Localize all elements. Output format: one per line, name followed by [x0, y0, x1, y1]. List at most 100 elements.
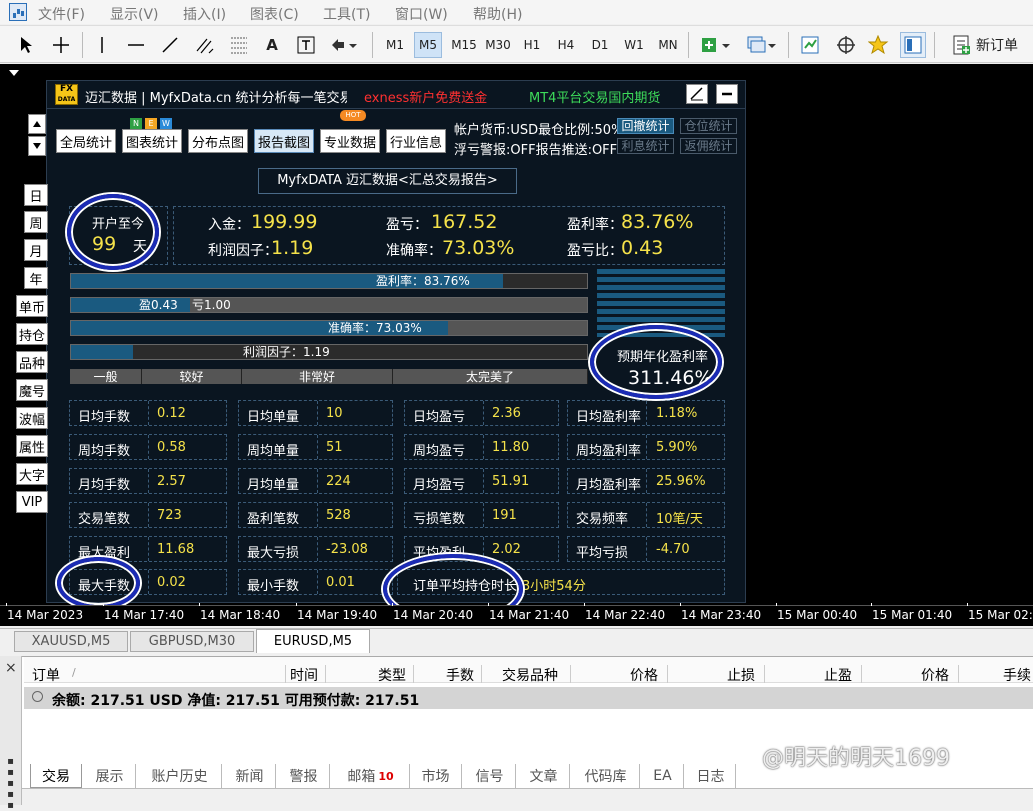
terminal-tab[interactable]: 交易 — [30, 764, 82, 788]
menu-insert[interactable]: 插入(I) — [183, 4, 226, 24]
interest-stats-button[interactable]: 利息统计 — [617, 138, 674, 154]
new-chart-icon[interactable] — [697, 32, 735, 58]
menu-window[interactable]: 窗口(W) — [395, 4, 448, 24]
tab-industry-info[interactable]: 行业信息 — [386, 129, 446, 153]
terminal-tab[interactable]: 展示 — [84, 764, 136, 788]
menu-tools[interactable]: 工具(T) — [323, 4, 370, 24]
profit-rate-value: 83.76% — [621, 211, 694, 233]
menu-attributes[interactable]: 属性 — [16, 435, 48, 457]
col-price[interactable]: 价格 — [630, 665, 658, 685]
menu-positions[interactable]: 持仓 — [16, 323, 48, 345]
terminal-tab[interactable]: 邮箱 10 — [332, 764, 410, 788]
fxdata-logo: FX DATA — [55, 84, 78, 105]
profiles-icon[interactable] — [743, 32, 781, 58]
favorites-star-icon[interactable] — [866, 32, 892, 58]
col-tp[interactable]: 止盈 — [824, 665, 852, 685]
navigator-icon[interactable] — [833, 32, 859, 58]
text-label-icon[interactable] — [294, 32, 318, 58]
balance-row[interactable]: 余额: 217.51 USD 净值: 217.51 可用预付款: 217.51 — [24, 687, 1033, 709]
tab-report-screenshot[interactable]: 报告截图 — [254, 129, 314, 153]
col-commission[interactable]: 手续 — [1003, 665, 1031, 685]
symbol-tab-eurusd[interactable]: EURUSD,M5 — [256, 629, 370, 653]
col-lots[interactable]: 手数 — [446, 665, 474, 685]
col-sl[interactable]: 止损 — [727, 665, 755, 685]
col-time[interactable]: 时间 — [290, 665, 318, 685]
arrows-icon[interactable] — [326, 32, 360, 58]
tf-h1[interactable]: H1 — [518, 32, 546, 58]
vertical-line-icon[interactable] — [90, 32, 114, 58]
stat-label: 盈利笔数 — [247, 512, 300, 527]
horizontal-line-icon[interactable] — [124, 32, 148, 58]
resize-icon[interactable] — [686, 84, 708, 104]
menu-help[interactable]: 帮助(H) — [473, 4, 522, 24]
terminal-tab[interactable]: 警报 — [278, 764, 330, 788]
symbol-tab-gbpusd[interactable]: GBPUSD,M30 — [130, 631, 254, 652]
terminal-tab[interactable]: 市场 — [410, 764, 462, 788]
col-type[interactable]: 类型 — [378, 665, 406, 685]
col-price2[interactable]: 价格 — [921, 665, 949, 685]
scroll-up-icon[interactable] — [28, 114, 46, 134]
period-day[interactable]: 日 — [24, 184, 48, 206]
col-symbol[interactable]: 交易品种 — [502, 665, 558, 685]
tab-overall-stats[interactable]: 全局统计 — [56, 129, 116, 153]
cursor-icon[interactable] — [14, 32, 38, 58]
terminal-toggle-icon[interactable] — [900, 32, 926, 58]
tf-w1[interactable]: W1 — [620, 32, 648, 58]
tab-distribution[interactable]: 分布点图 — [188, 129, 248, 153]
tf-d1[interactable]: D1 — [586, 32, 614, 58]
terminal-tab[interactable]: 信号 — [464, 764, 516, 788]
terminal-tab[interactable]: 代码库 — [572, 764, 640, 788]
text-tool-icon[interactable]: A — [260, 32, 284, 58]
chart-menu-arrow-icon[interactable] — [9, 70, 19, 76]
tf-m5[interactable]: M5 — [414, 32, 442, 58]
app-chart-icon[interactable] — [9, 3, 27, 21]
symbol-tabs: XAUUSD,M5 GBPUSD,M30 EURUSD,M5 — [0, 628, 1033, 653]
tf-mn[interactable]: MN — [654, 32, 682, 58]
market-watch-icon[interactable] — [797, 32, 823, 58]
tf-m1[interactable]: M1 — [381, 32, 409, 58]
period-year[interactable]: 年 — [24, 267, 48, 289]
position-stats-button[interactable]: 仓位统计 — [680, 118, 737, 134]
menu-file[interactable]: 文件(F) — [38, 4, 85, 24]
period-week[interactable]: 周 — [24, 211, 48, 233]
new-order-button[interactable]: 新订单 — [944, 32, 1026, 58]
terminal-tab[interactable]: 日志 — [686, 764, 736, 788]
drawdown-stats-button[interactable]: 回撤统计 — [617, 118, 674, 134]
menu-volatility[interactable]: 波幅 — [16, 407, 48, 429]
terminal-tab-label: 展示 — [95, 769, 124, 785]
promo-link[interactable]: exness新户免费送金 — [364, 87, 487, 106]
terminal-tab[interactable]: EA — [642, 764, 684, 788]
symbol-tab-xauusd[interactable]: XAUUSD,M5 — [14, 631, 128, 652]
menu-view[interactable]: 显示(V) — [110, 4, 159, 24]
menu-magic[interactable]: 魔号 — [16, 379, 48, 401]
terminal-tab[interactable]: 账户历史 — [138, 764, 222, 788]
col-order[interactable]: 订单 — [32, 665, 60, 685]
stat-label: 日均盈利率 — [576, 410, 642, 425]
period-month[interactable]: 月 — [24, 239, 48, 261]
menu-symbols[interactable]: 品种 — [16, 351, 48, 373]
scroll-down-icon[interactable] — [28, 136, 46, 156]
trendline-icon[interactable] — [158, 32, 182, 58]
channel-icon[interactable] — [192, 32, 218, 58]
tf-m30[interactable]: M30 — [482, 32, 514, 58]
terminal-tab[interactable]: 文章 — [518, 764, 570, 788]
fibonacci-icon[interactable] — [226, 32, 252, 58]
menu-chart[interactable]: 图表(C) — [250, 4, 299, 24]
terminal-tab-label: 代码库 — [584, 769, 627, 785]
tf-h4[interactable]: H4 — [552, 32, 580, 58]
stat-label: 最小手数 — [247, 579, 300, 594]
minimize-icon[interactable] — [716, 84, 738, 104]
rebate-stats-button[interactable]: 返佣统计 — [680, 138, 737, 154]
menu-large-font[interactable]: 大字 — [16, 463, 48, 485]
stat-label: 月均盈利率 — [576, 478, 642, 493]
accuracy-bar: 准确率：73.03% — [70, 320, 588, 336]
close-terminal-icon[interactable]: × — [5, 660, 17, 676]
crosshair-icon[interactable] — [48, 32, 74, 58]
menu-single-currency[interactable]: 单币 — [16, 295, 48, 317]
tab-chart-stats[interactable]: 图表统计 — [122, 129, 182, 153]
tf-m15[interactable]: M15 — [448, 32, 480, 58]
tab-pro-data[interactable]: 专业数据 — [320, 129, 380, 153]
terminal-tab[interactable]: 新闻 — [224, 764, 276, 788]
menu-vip[interactable]: VIP — [16, 491, 48, 513]
time-tick: 14 Mar 17:40 — [104, 608, 185, 622]
